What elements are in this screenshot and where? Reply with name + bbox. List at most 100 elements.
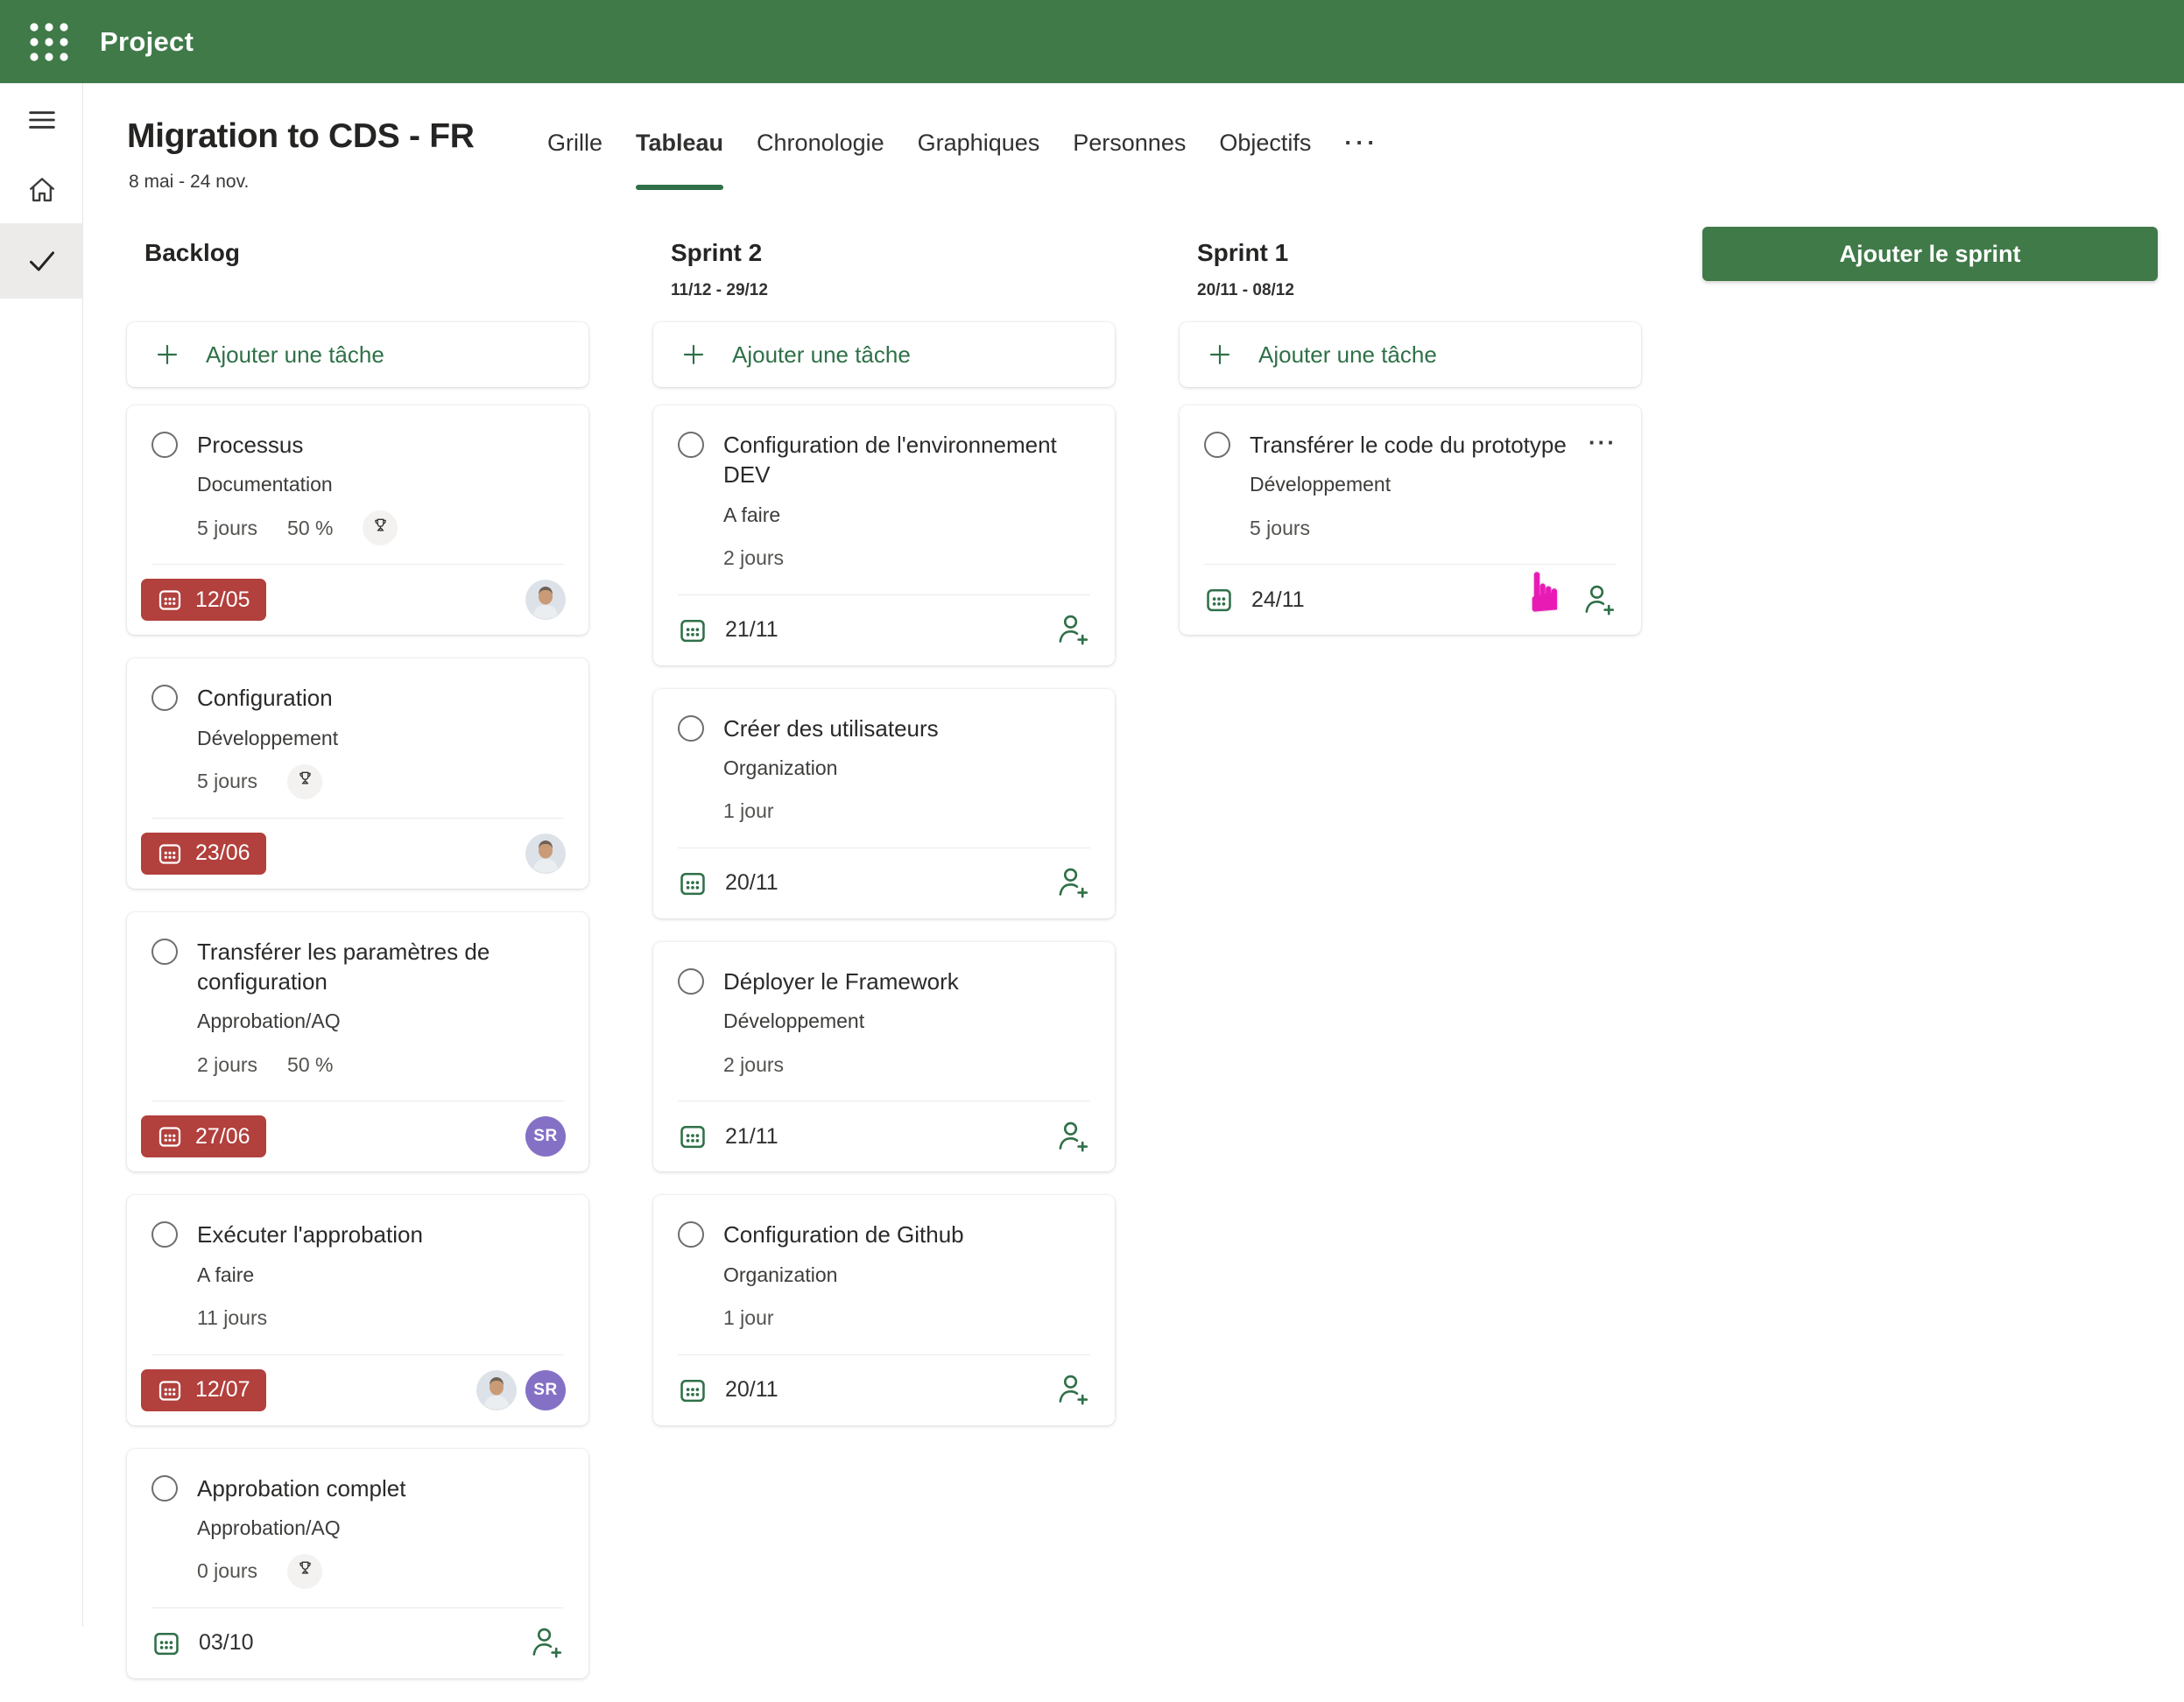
calendar-icon	[157, 1377, 183, 1403]
task-complete-checkbox[interactable]	[678, 1221, 704, 1248]
assignee-area	[1053, 611, 1092, 650]
plus-icon	[153, 341, 181, 369]
task-card[interactable]: Configuration de l'environnement DEV A f…	[653, 405, 1115, 665]
rail-item-tasks-selected[interactable]	[0, 223, 83, 299]
tab-chronologie[interactable]: Chronologie	[757, 130, 884, 190]
add-task-button[interactable]: Ajouter une tâche	[653, 322, 1115, 387]
due-date-badge[interactable]: 20/11	[678, 869, 778, 898]
task-complete-checkbox[interactable]	[151, 939, 178, 965]
add-task-button[interactable]: Ajouter une tâche	[1180, 322, 1641, 387]
add-task-button[interactable]: Ajouter une tâche	[127, 322, 588, 387]
tab-personnes[interactable]: Personnes	[1073, 130, 1186, 190]
task-card[interactable]: Configuration de Github Organization 1 j…	[653, 1195, 1115, 1424]
task-complete-checkbox[interactable]	[151, 1221, 178, 1248]
assignee-avatar-initials[interactable]: SR	[525, 1370, 566, 1410]
add-assignee-button[interactable]	[1053, 864, 1092, 903]
task-duration: 5 jours	[1250, 517, 1310, 540]
add-assignee-button[interactable]	[1053, 1371, 1092, 1410]
task-complete-checkbox[interactable]	[151, 685, 178, 711]
task-menu-button[interactable]: ···	[1589, 430, 1617, 455]
assignee-avatar-initials[interactable]: SR	[525, 1116, 566, 1157]
add-task-label: Ajouter une tâche	[1258, 341, 1437, 369]
plus-icon	[1206, 341, 1234, 369]
due-date-badge-late[interactable]: 27/06	[141, 1115, 266, 1157]
task-meta-row: 5 jours 50 %	[197, 510, 564, 545]
add-assignee-button[interactable]	[1053, 611, 1092, 650]
task-title-row: Processus	[127, 430, 588, 460]
task-bucket: Organization	[723, 1263, 1090, 1287]
due-date-badge[interactable]: 21/11	[678, 615, 778, 645]
assignee-avatar-photo[interactable]	[525, 833, 566, 874]
plus-icon	[680, 341, 708, 369]
hamburger-icon	[25, 102, 60, 137]
add-assignee-button[interactable]	[527, 1624, 566, 1663]
assignee-area	[1053, 1117, 1092, 1156]
due-date-badge-late[interactable]: 12/05	[141, 579, 266, 621]
task-title-row: Déployer le Framework	[653, 967, 1115, 996]
add-sprint-button[interactable]: Ajouter le sprint	[1702, 227, 2158, 281]
task-card[interactable]: Approbation complet Approbation/AQ 0 jou…	[127, 1449, 588, 1678]
task-title: Exécuter l'approbation	[197, 1220, 564, 1249]
ellipsis-icon: ···	[1589, 429, 1617, 455]
milestone-chip	[287, 1554, 322, 1589]
waffle-icon[interactable]	[25, 18, 74, 67]
tab-graphiques[interactable]: Graphiques	[918, 130, 1040, 190]
task-card[interactable]: Transférer les paramètres de configurati…	[127, 912, 588, 1172]
add-assignee-button[interactable]	[1580, 580, 1618, 619]
app-header: Project	[0, 0, 2184, 83]
calendar-icon	[678, 1122, 708, 1151]
due-date-badge[interactable]: 21/11	[678, 1122, 778, 1151]
task-complete-checkbox[interactable]	[1204, 432, 1230, 458]
due-date-badge[interactable]: 20/11	[678, 1375, 778, 1405]
assignee-area	[1053, 1371, 1092, 1410]
column-name: Sprint 2	[671, 239, 1115, 267]
person-add-icon	[1054, 1117, 1091, 1157]
task-title-row: Configuration de Github	[653, 1220, 1115, 1249]
task-card[interactable]: Configuration Développement 5 jours 23/0…	[127, 658, 588, 888]
card-footer: 20/11	[653, 1355, 1115, 1425]
task-card[interactable]: Déployer le Framework Développement 2 jo…	[653, 942, 1115, 1171]
task-bucket: Approbation/AQ	[197, 1516, 564, 1540]
task-card[interactable]: Transférer le code du prototype ··· Déve…	[1180, 405, 1641, 635]
assignee-avatar-photo[interactable]	[476, 1370, 517, 1410]
add-assignee-button[interactable]	[1053, 1117, 1092, 1156]
task-complete-checkbox[interactable]	[678, 968, 704, 995]
assignee-area	[1580, 580, 1618, 619]
app-title: Project	[100, 26, 194, 58]
tab-label: Chronologie	[757, 130, 884, 156]
person-add-icon	[528, 1623, 565, 1663]
task-complete-checkbox[interactable]	[678, 432, 704, 458]
due-date-badge[interactable]: 24/11	[1204, 585, 1305, 615]
home-button[interactable]	[0, 164, 83, 216]
task-bucket: Développement	[723, 1009, 1090, 1033]
due-date-badge[interactable]: 03/10	[151, 1628, 254, 1658]
due-date: 12/05	[195, 587, 250, 613]
task-title: Configuration de l'environnement DEV	[723, 430, 1090, 490]
active-tab-underline	[636, 185, 723, 190]
calendar-icon	[1204, 585, 1234, 615]
column-name: Sprint 1	[1197, 239, 1641, 267]
tab-objectifs[interactable]: Objectifs	[1219, 130, 1311, 190]
tabs-overflow-button[interactable]: ···	[1344, 130, 1378, 190]
task-title-row: Créer des utilisateurs	[653, 714, 1115, 743]
due-date-badge-late[interactable]: 12/07	[141, 1369, 266, 1411]
task-card[interactable]: Créer des utilisateurs Organization 1 jo…	[653, 689, 1115, 918]
task-card[interactable]: Processus Documentation 5 jours 50 % 12/…	[127, 405, 588, 635]
task-card[interactable]: Exécuter l'approbation A faire 11 jours …	[127, 1195, 588, 1424]
due-date-badge-late[interactable]: 23/06	[141, 833, 266, 875]
assignee-area	[527, 1624, 566, 1663]
task-complete-checkbox[interactable]	[678, 715, 704, 742]
calendar-icon	[678, 615, 708, 645]
tab-tableau[interactable]: Tableau	[636, 130, 723, 190]
task-complete-checkbox[interactable]	[151, 1475, 178, 1502]
task-bucket: A faire	[723, 503, 1090, 527]
card-footer: 03/10	[127, 1608, 588, 1678]
due-date: 27/06	[195, 1124, 250, 1150]
hamburger-menu-button[interactable]	[0, 94, 83, 146]
task-complete-checkbox[interactable]	[151, 432, 178, 458]
tab-grille[interactable]: Grille	[547, 130, 602, 190]
person-add-icon	[1581, 580, 1617, 620]
task-title: Transférer le code du prototype	[1250, 430, 1569, 460]
assignee-avatar-photo[interactable]	[525, 580, 566, 620]
column-header: Sprint 1 20/11 - 08/12	[1180, 239, 1641, 322]
